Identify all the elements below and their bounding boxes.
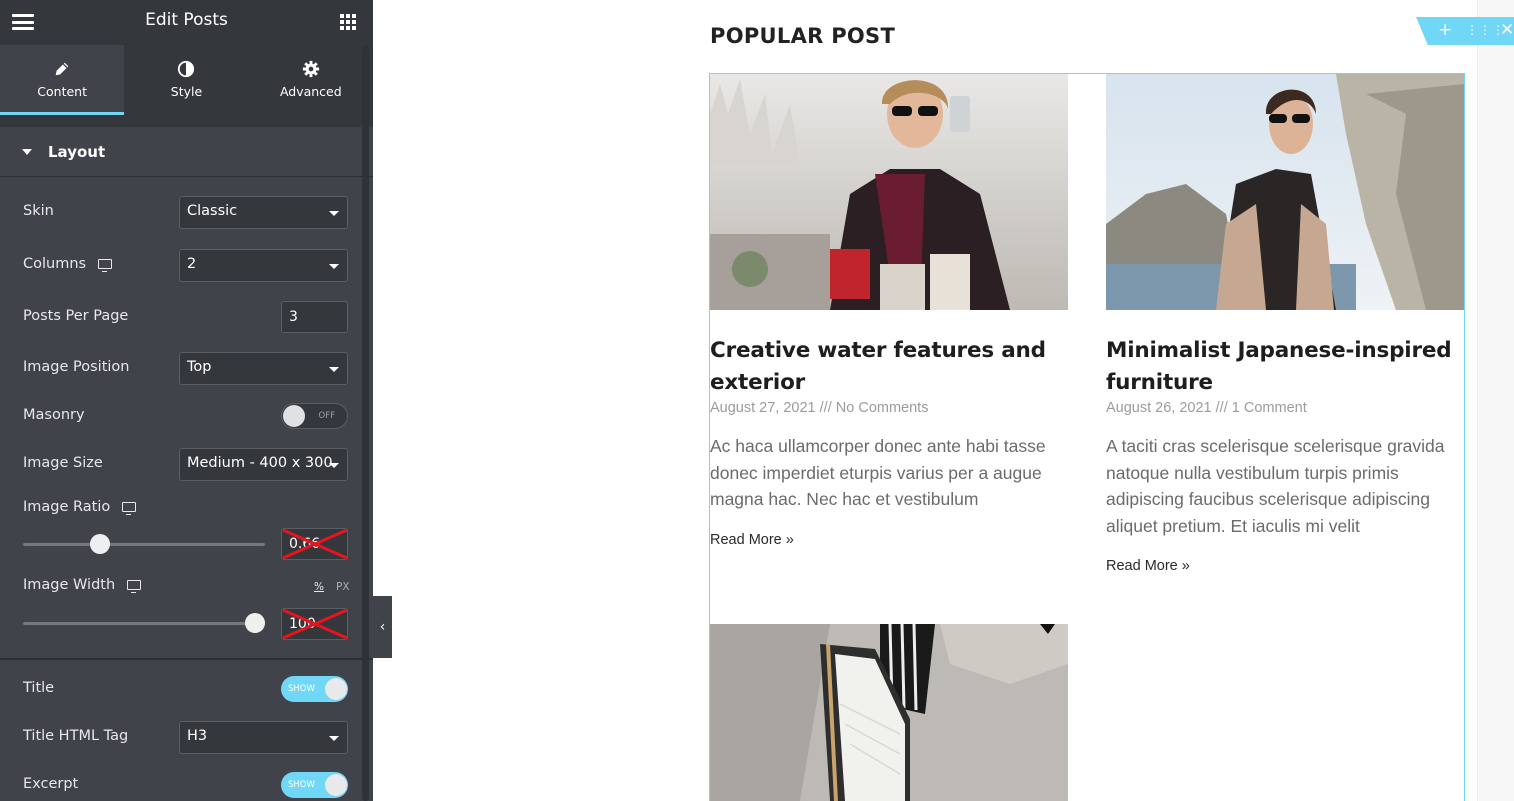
post-card [710,624,1068,801]
panel-title: Edit Posts [145,10,228,30]
title-label: Title [23,680,55,696]
post-comments[interactable]: No Comments [836,400,929,416]
desktop-icon[interactable] [122,502,137,515]
excerpt-toggle-state: SHOW [288,780,315,790]
image-ratio-slider[interactable] [23,534,265,554]
slider-thumb[interactable] [245,613,265,633]
toggle-knob [283,405,305,427]
collapse-panel-button[interactable]: ‹ [373,596,392,658]
page-edge [1477,0,1514,801]
masonry-label: Masonry [23,407,85,423]
slider-thumb[interactable] [89,534,110,554]
post-title[interactable]: Creative water features and exterior [710,335,1068,399]
section-handle: + ⋮⋮⋮ ✕ [1416,17,1514,45]
widgets-grid-icon[interactable] [340,14,356,30]
contrast-icon [178,60,195,78]
image-size-select[interactable]: Medium - 400 x 300 [179,448,348,481]
post-meta: August 26, 2021 /// 1 Comment [1106,400,1464,416]
post-card: Minimalist Japanese-inspired furniture A… [1106,74,1464,574]
image-width-input[interactable]: 100 [281,608,348,640]
skin-select[interactable]: Classic [179,196,348,229]
columns-row: Columns [23,256,113,272]
section-heading: POPULAR POST [710,24,896,48]
image-ratio-input[interactable]: 0.66 [281,528,348,560]
masonry-toggle[interactable]: OFF [281,403,348,429]
tab-style-label: Style [170,84,203,99]
excerpt-toggle[interactable]: SHOW [281,772,348,798]
desktop-icon[interactable] [127,580,142,593]
post-excerpt: Ac haca ullamcorper donec ante habi tass… [710,436,1046,509]
caret-down-icon [22,148,32,155]
columns-label: Columns [23,256,87,272]
meta-separator: /// [819,400,832,416]
read-more-link[interactable]: Read More » [1106,558,1190,574]
meta-separator: /// [1215,400,1228,416]
post-comments[interactable]: 1 Comment [1232,400,1307,416]
title-toggle[interactable]: SHOW [281,676,348,702]
post-thumbnail[interactable] [710,624,1068,801]
post-date: August 26, 2021 [1106,400,1212,416]
post-excerpt: A taciti cras scelerisque scelerisque gr… [1106,436,1445,536]
tab-advanced[interactable]: Advanced [248,45,373,115]
title-tag-label: Title HTML Tag [23,728,129,744]
image-position-select[interactable]: Top [179,352,348,385]
unit-px[interactable]: PX [336,581,350,593]
chevron-left-icon: ‹ [379,619,386,635]
gear-icon [302,60,319,78]
masonry-toggle-state: OFF [318,411,335,421]
post-thumbnail[interactable] [710,74,1068,310]
skin-label: Skin [23,203,54,219]
panel-scrollbar[interactable] [362,46,369,801]
image-ratio-label: Image Ratio [23,499,111,515]
unit-percent[interactable]: % [314,581,324,593]
section-layout-toggle[interactable]: Layout [0,127,373,177]
toggle-knob [325,774,347,796]
columns-select[interactable]: 2 [179,249,348,282]
section-layout-label: Layout [48,142,106,161]
add-section-icon[interactable]: + [1438,20,1452,40]
title-tag-select[interactable]: H3 [179,721,348,754]
post-date: August 27, 2021 [710,400,816,416]
desktop-icon[interactable] [98,259,113,272]
posts-per-page-label: Posts Per Page [23,308,129,324]
posts-per-page-input[interactable]: 3 [281,301,348,333]
post-meta: August 27, 2021 /// No Comments [710,400,1068,416]
post-title[interactable]: Minimalist Japanese-inspired furniture [1106,335,1464,399]
toggle-knob [325,678,347,700]
image-width-slider[interactable] [23,613,265,633]
image-size-label: Image Size [23,455,103,471]
title-toggle-state: SHOW [288,684,315,694]
post-card: Creative water features and exterior Aug… [710,74,1068,548]
tab-content-label: Content [37,84,88,99]
close-icon[interactable]: ✕ [1500,20,1514,40]
post-thumbnail[interactable] [1106,74,1464,310]
pencil-icon [55,62,69,76]
panel-tabs: Content Style Advanced [0,45,373,115]
editor-panel: Edit Posts Content Style Advanced Layout… [0,0,373,801]
excerpt-label: Excerpt [23,776,79,792]
image-width-label: Image Width [23,577,116,593]
tab-style[interactable]: Style [124,45,249,115]
panel-header: Edit Posts [0,0,373,45]
read-more-link[interactable]: Read More » [710,532,794,548]
tab-advanced-label: Advanced [279,84,342,99]
image-width-row: Image Width [23,577,142,593]
tab-content[interactable]: Content [0,45,125,115]
image-position-label: Image Position [23,359,130,375]
image-ratio-row: Image Ratio [23,499,137,515]
unit-switcher: % PX [314,581,350,593]
